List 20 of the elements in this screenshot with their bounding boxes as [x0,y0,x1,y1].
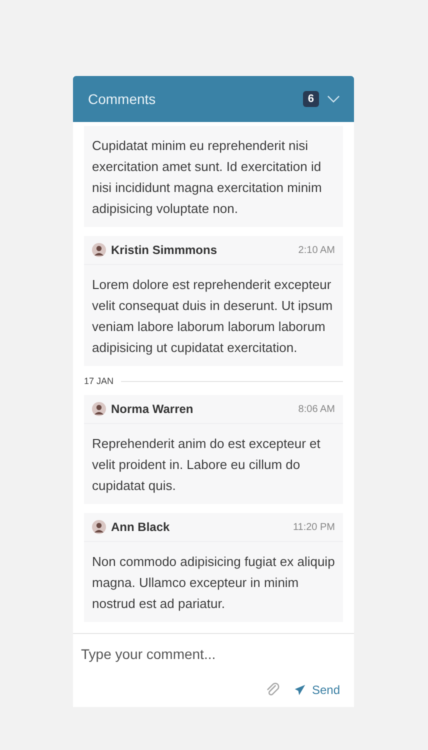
comment-text: Reprehenderit anim do est excepteur et velit proident in. Labore eu cillum do cupidatat quis. [91,435,322,495]
send-icon [294,684,306,696]
panel-title: Comments [88,91,157,107]
comment-count: 6 [302,91,319,107]
comment-text: Lorem dolore est reprehenderit excepteur velit consequat duis in deserunt. Ut ipsum veniam labore laborum laborum laborum adipisicing ut cupidatat exercitation. [91,276,334,357]
avatar-icon [92,243,106,257]
author-name: Kristin Simmmons [111,243,218,257]
send-button[interactable]: Send [294,682,340,696]
paperclip-icon[interactable] [264,682,280,697]
comment-time: 11:20 PM [292,522,335,532]
author-name: Ann Black [111,520,171,534]
comment-time: 2:10 AM [298,244,335,256]
author-name: Norma Warren [111,402,194,416]
chevron-icon[interactable] [327,95,340,103]
comment-text: Cupidatat minim eu reprehenderit nisi exercitation amet sunt. Id exercitation id nisi incididunt magna exercitation minim adipisicing voluptate non. [91,137,323,218]
avatar-icon [92,520,106,534]
avatar-icon [92,402,106,416]
comment-text: Non commodo adipisicing fugiat ex aliquip magna. Ullamco excepteur in minim nostrud est ad pariatur. [91,553,336,613]
comment-time: 8:06 AM [298,404,335,414]
date-label: 17 JAN [84,376,114,386]
